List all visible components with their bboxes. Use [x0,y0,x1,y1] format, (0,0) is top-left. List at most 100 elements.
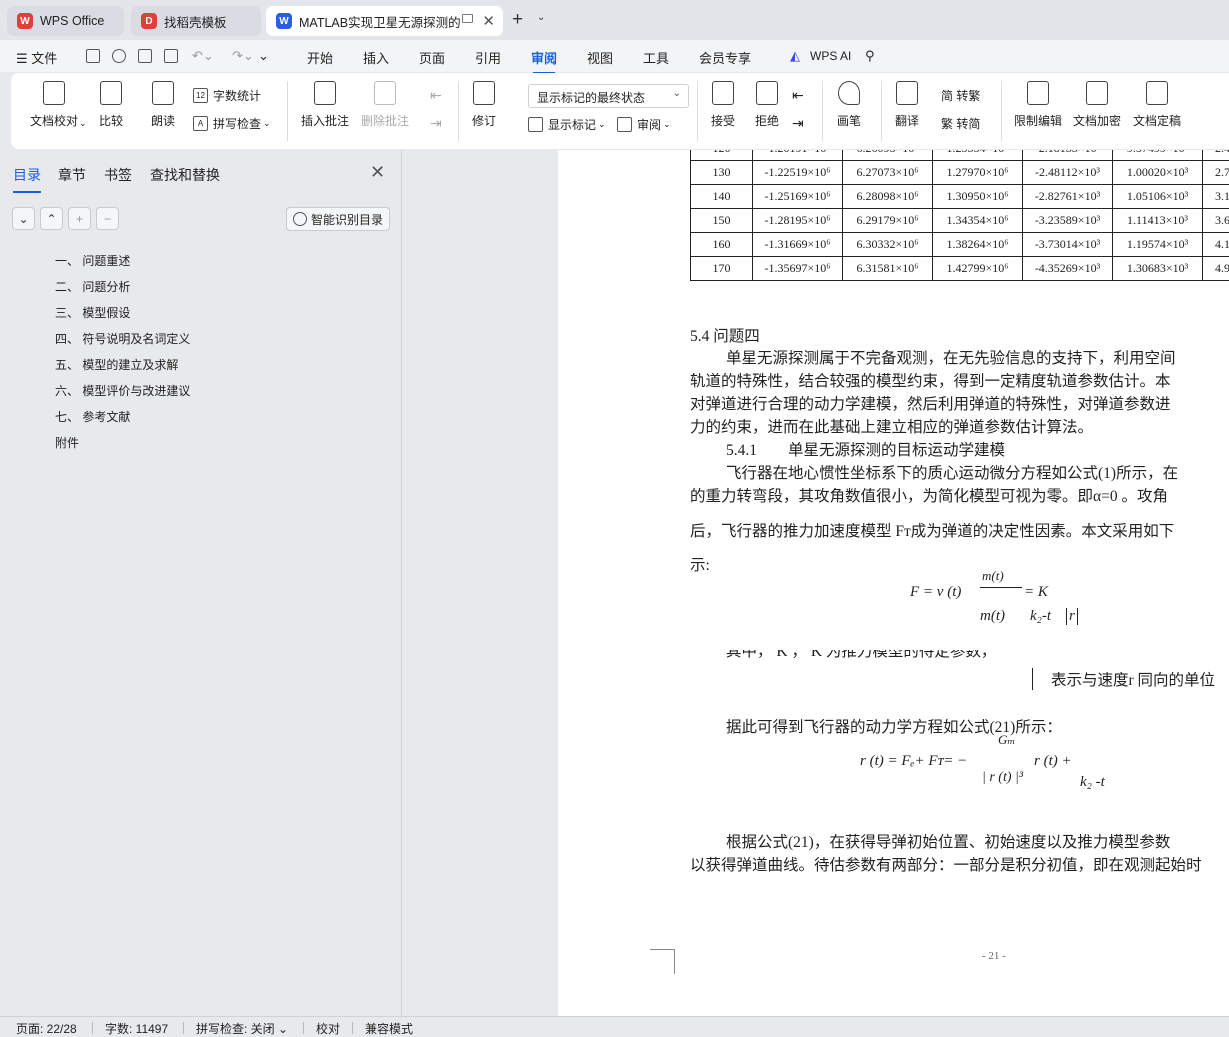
reject-button[interactable]: 拒绝 [755,81,779,129]
table-cell: 2.7 [1202,160,1229,185]
label: 显示标记 [548,118,597,132]
toc-item[interactable]: 一、 问题重述 [55,252,130,269]
table-cell: -3.23589×10³ [1022,208,1113,233]
toc-item[interactable]: 三、 模型假设 [55,304,130,321]
review-pane-icon [617,117,632,132]
tab-find-replace[interactable]: 查找和替换 [150,165,220,185]
translate-icon [896,81,918,105]
insert-comment-button[interactable]: 插入批注 [301,81,349,129]
wps-ai-button[interactable]: WPS AI [810,49,851,63]
table-cell: -2.18133×10³ [1022,150,1113,161]
toc-item[interactable]: 五、 模型的建立及求解 [55,356,178,373]
table-cell: 3.1 [1202,184,1229,209]
page-corner-mark [650,949,675,974]
equation-part: m(t) [980,608,1005,624]
label: 限制编辑 [1014,114,1063,128]
toc-item[interactable]: 二、 问题分析 [55,278,130,295]
tab-bookmarks[interactable]: 书签 [104,165,132,185]
divider [183,1022,184,1034]
save-icon[interactable] [86,49,100,63]
word-count-button[interactable]: 12 字数统计 [193,87,261,104]
restrict-edit-button[interactable]: 限制编辑 [1014,81,1062,129]
paragraph-line: 力的约束，进而在此基础上建立相应的弹道参数估计算法。 [690,419,1094,436]
tab-chapters[interactable]: 章节 [58,165,86,185]
chevron-down-icon[interactable]: ⌄ [537,12,545,23]
file-menu[interactable]: ☰ 文件 [16,48,57,67]
pen-button[interactable]: 画笔 [837,81,861,129]
print-icon[interactable] [138,49,152,63]
prev-change-icon[interactable]: ⇤ [792,87,804,104]
toc-item[interactable]: 六、 模型评价与改进建议 [55,382,190,399]
data-table: 120-1.20191×10⁶6.26095×10⁶1.25354×10⁶-2.… [690,150,1229,281]
document-page[interactable]: 120-1.20191×10⁶6.26095×10⁶1.25354×10⁶-2.… [558,150,1229,1016]
next-change-icon[interactable]: ⇥ [792,115,804,132]
chevron-down-icon[interactable]: ⌄ [79,118,87,129]
close-icon[interactable]: ✕ [370,162,385,183]
collapse-icon[interactable]: ⌄ [12,207,35,230]
accept-button[interactable]: 接受 [711,81,735,129]
search-icon[interactable]: ⚲ [865,48,875,64]
more-icon[interactable]: ⌄ [258,48,269,64]
add-icon[interactable]: + [68,207,91,230]
table-cell: 1.05106×10³ [1112,184,1203,209]
translate-button[interactable]: 翻译 [895,81,919,129]
label: 比较 [99,114,124,128]
share-icon[interactable] [112,49,126,63]
menu-tools[interactable]: 工具 [643,48,669,67]
toc-item[interactable]: 四、 符号说明及名词定义 [55,330,190,347]
menu-member[interactable]: 会员专享 [699,48,751,67]
print-preview-icon[interactable] [164,49,178,63]
new-tab-button[interactable]: + [512,9,523,31]
encrypt-button[interactable]: 文档加密 [1073,81,1121,129]
proof-status[interactable]: 校对 [316,1020,340,1037]
table-cell: 150 [690,208,753,233]
equation-part: r (t) + [1034,753,1072,769]
tab-document[interactable]: W MATLAB实现卫星无源探测的 ✕ [266,6,503,36]
toc-item[interactable]: 七、 参考文献 [55,408,130,425]
finalize-button[interactable]: 文档定稿 [1133,81,1181,129]
monitor-icon[interactable] [462,14,473,23]
delete-comment-button[interactable]: 删除批注 [361,81,409,129]
table-cell: 3.6 [1202,208,1229,233]
menu-reference[interactable]: 引用 [475,48,501,67]
word-count[interactable]: 字数: 11497 [105,1020,168,1037]
display-mode-select[interactable]: 显示标记的最终状态 ⌄ [528,84,689,108]
smart-toc-button[interactable]: 智能识别目录 [286,207,390,231]
table-cell: -1.35697×10⁶ [752,256,843,281]
remove-icon[interactable]: − [96,207,119,230]
menu-insert[interactable]: 插入 [363,48,389,67]
page-indicator[interactable]: 页面: 22/28 [16,1020,77,1037]
tab-toc[interactable]: 目录 [13,165,41,193]
proofread-button[interactable]: 文档校对 [30,81,78,129]
review-pane-button[interactable]: 审阅 ⌄ [617,116,671,133]
expand-icon[interactable]: ⌃ [40,207,63,230]
menu-start[interactable]: 开始 [307,48,333,67]
next-comment-icon[interactable]: ⇥ [430,115,442,132]
menu-view[interactable]: 视图 [587,48,613,67]
spell-check-button[interactable]: A 拼写检查 ⌄ [193,115,271,132]
table-cell: 4.9 [1202,256,1229,281]
to-traditional-button[interactable]: 简 转繁 [941,87,980,104]
encrypt-icon [1086,81,1108,105]
tab-template[interactable]: D 找稻壳模板 [131,6,261,36]
show-marks-button[interactable]: 显示标记 ⌄ [528,116,606,133]
redo-icon[interactable]: ↷⌄ [232,48,254,64]
table-cell: -4.35269×10³ [1022,256,1113,281]
spell-check-icon: A [193,116,208,131]
spell-check-status[interactable]: 拼写检查: 关闭 ⌄ [196,1020,288,1037]
compat-mode: 兼容模式 [365,1022,414,1036]
paragraph-line: 单星无源探测属于不完备观测，在无先验信息的支持下，利用空间 [726,350,1176,367]
prev-comment-icon[interactable]: ⇤ [430,87,442,104]
undo-icon[interactable]: ↶⌄ [192,48,214,64]
tab-wps-office[interactable]: W WPS Office [7,6,124,36]
menu-page[interactable]: 页面 [419,48,445,67]
close-icon[interactable]: ✕ [482,12,495,30]
menu-review[interactable]: 审阅 [531,48,557,74]
read-aloud-button[interactable]: 朗读 [151,81,175,129]
compare-button[interactable]: 比较 [99,81,123,129]
label: 拼写检查: 关闭 [196,1022,275,1036]
toc-item[interactable]: 附件 [55,434,79,451]
to-simplified-button[interactable]: 繁 转简 [941,115,980,132]
accept-icon [712,81,734,105]
revise-button[interactable]: 修订 [472,81,496,129]
